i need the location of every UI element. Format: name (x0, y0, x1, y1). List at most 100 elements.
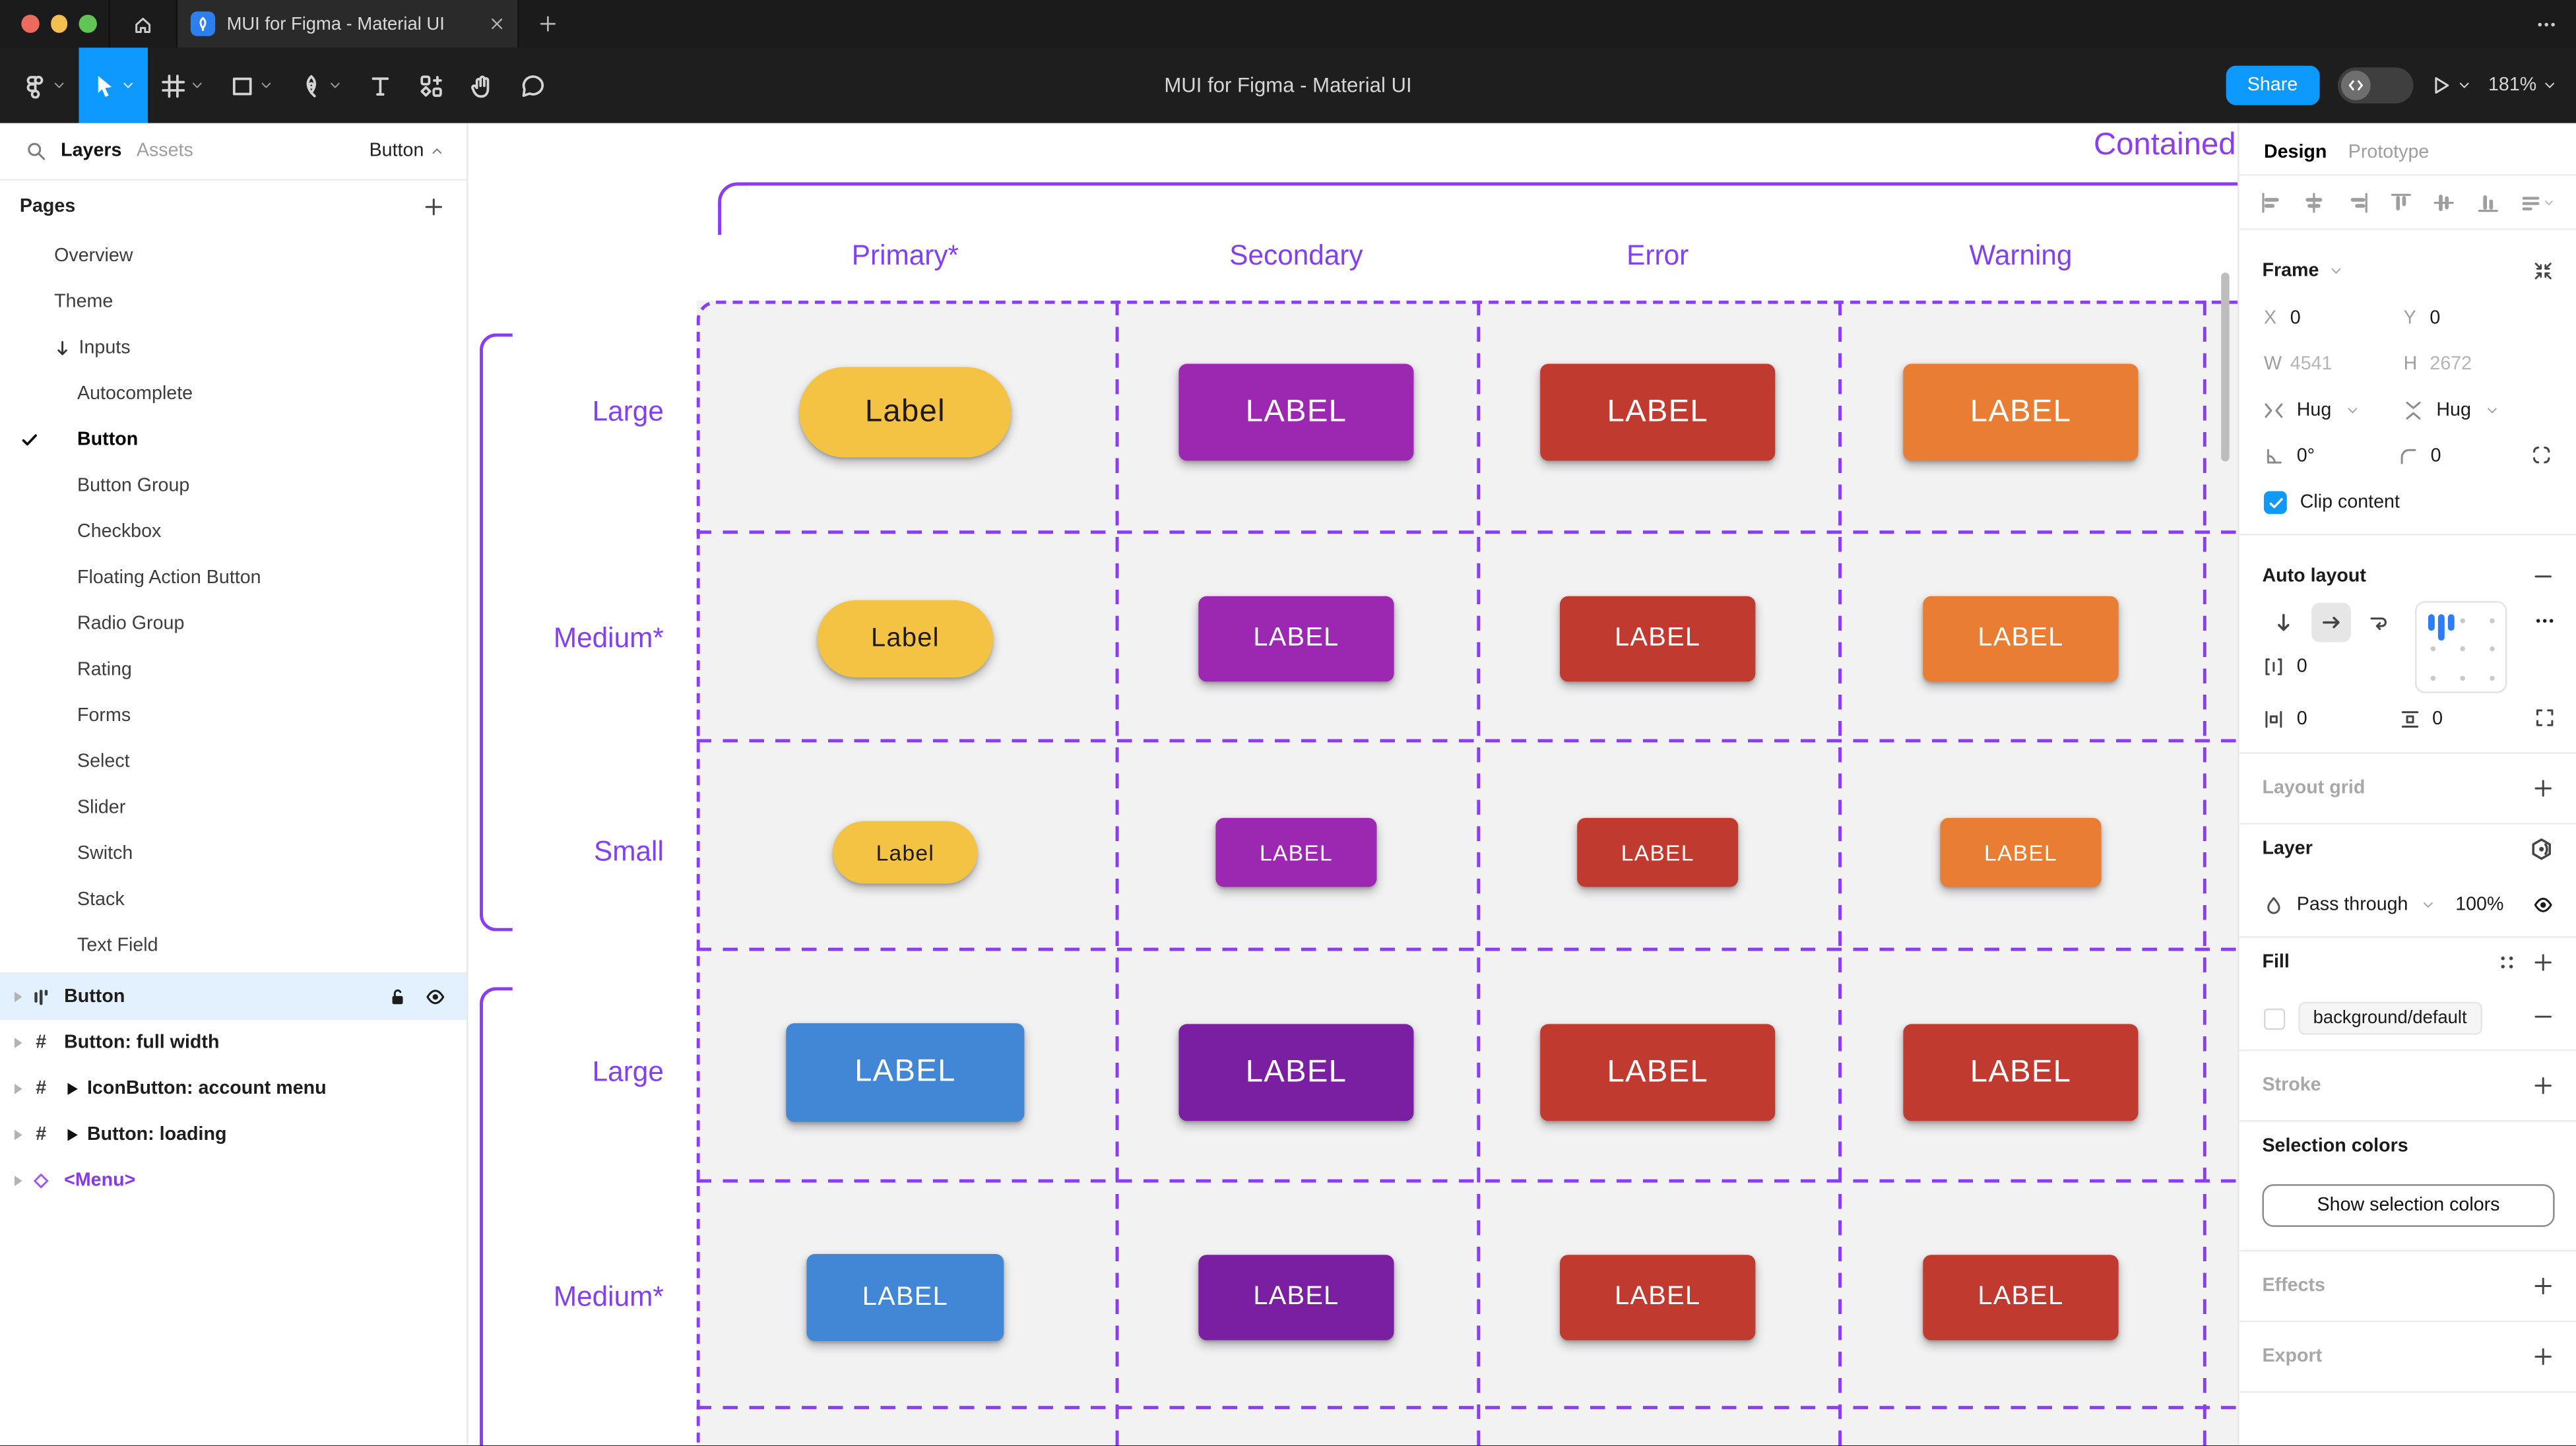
canvas-button-secondary-large-3[interactable]: LABEL (1178, 1024, 1413, 1121)
page-item-autocomplete[interactable]: Autocomplete (0, 371, 467, 418)
layer-item-menu[interactable]: <Menu> (0, 1158, 467, 1204)
align-bottom-icon[interactable] (2477, 191, 2498, 212)
canvas-button-secondary-medium-4[interactable]: LABEL (1198, 1255, 1394, 1340)
page-item-radio-group[interactable]: Radio Group (0, 601, 467, 647)
actions-tool[interactable] (406, 47, 457, 123)
text-tool[interactable] (355, 47, 406, 123)
canvas-button-warning-medium-4[interactable]: LABEL (1923, 1255, 2118, 1340)
blend-mode-value[interactable]: Pass through (2297, 895, 2408, 915)
direction-vertical-button[interactable] (2264, 603, 2303, 643)
page-item-checkbox[interactable]: Checkbox (0, 509, 467, 555)
show-selection-colors-button[interactable]: Show selection colors (2262, 1184, 2554, 1227)
close-window-button[interactable] (21, 15, 39, 32)
clip-content-checkbox[interactable] (2264, 491, 2287, 514)
canvas-button-warning-medium-1[interactable]: LABEL (1923, 596, 2118, 681)
present-button[interactable] (2431, 76, 2470, 96)
page-item-stack[interactable]: Stack (0, 877, 467, 924)
canvas-button-error-medium-4[interactable]: LABEL (1560, 1255, 1755, 1340)
minimize-window-button[interactable] (50, 15, 68, 32)
blend-mode-icon[interactable] (2530, 838, 2553, 861)
y-field[interactable]: Y 0 (2404, 309, 2544, 329)
alignment-grid[interactable] (2415, 601, 2507, 693)
horizontal-padding-field[interactable]: 0 (2264, 710, 2399, 730)
canvas-button-primary-medium-1[interactable]: Label (818, 600, 993, 677)
canvas-button-error-large-0[interactable]: LABEL (1540, 363, 1775, 460)
page-item-floating-action-button[interactable]: Floating Action Button (0, 555, 467, 602)
page-item-switch[interactable]: Switch (0, 831, 467, 877)
height-field[interactable]: H 2672 (2404, 355, 2544, 375)
add-export-icon[interactable] (2533, 1347, 2553, 1367)
canvas-button-secondary-medium-1[interactable]: LABEL (1198, 596, 1394, 681)
canvas-button-primary-medium-4[interactable]: LABEL (806, 1254, 1004, 1341)
pen-tool[interactable] (286, 47, 355, 123)
canvas-button-warning-small-2[interactable]: LABEL (1940, 818, 2101, 887)
align-h-center-icon[interactable] (2304, 191, 2325, 212)
dev-mode-toggle[interactable] (2337, 67, 2413, 104)
collapse-icon[interactable] (2533, 261, 2553, 281)
frame-tool[interactable] (148, 47, 217, 123)
gap-field[interactable]: 0 (2264, 657, 2307, 677)
add-page-icon[interactable] (424, 197, 443, 217)
window-more-button[interactable] (2536, 0, 2556, 47)
auto-layout-more-icon[interactable] (2535, 611, 2555, 631)
search-icon[interactable] (26, 141, 46, 161)
corner-radius-field[interactable]: 0 (2398, 447, 2532, 466)
page-item-select[interactable]: Select (0, 739, 467, 785)
home-button[interactable] (108, 0, 176, 47)
comment-tool[interactable] (507, 47, 558, 123)
tab-design[interactable]: Design (2264, 143, 2327, 163)
align-left-icon[interactable] (2261, 191, 2282, 212)
independent-corners-button[interactable] (2532, 444, 2552, 468)
new-tab-button[interactable] (519, 15, 575, 32)
fullscreen-window-button[interactable] (79, 15, 97, 32)
tab-layers[interactable]: Layers (61, 141, 121, 161)
canvas-button-error-large-3[interactable]: LABEL (1540, 1024, 1775, 1121)
document-tab[interactable]: MUI for Figma - Material UI (176, 0, 519, 47)
visibility-eye-icon[interactable] (2533, 895, 2553, 915)
add-fill-icon[interactable] (2533, 953, 2553, 972)
canvas-button-warning-large-3[interactable]: LABEL (1903, 1024, 2138, 1121)
figma-menu[interactable] (10, 47, 79, 123)
page-item-rating[interactable]: Rating (0, 647, 467, 693)
page-item-inputs[interactable]: Inputs (0, 325, 467, 371)
vertical-sizing[interactable]: Hug (2404, 401, 2544, 421)
fill-row[interactable]: background/default (2239, 987, 2576, 1050)
canvas-button-error-small-2[interactable]: LABEL (1577, 818, 1738, 887)
page-item-overview[interactable]: Overview (0, 234, 467, 280)
page-item-button[interactable]: Button (0, 417, 467, 463)
page-item-forms[interactable]: Forms (0, 693, 467, 739)
add-layout-grid-icon[interactable] (2533, 778, 2553, 798)
horizontal-sizing[interactable]: Hug (2264, 401, 2404, 421)
layer-item-button-loading[interactable]: #Button: loading (0, 1112, 467, 1158)
frame-title[interactable]: Contained (2094, 128, 2236, 164)
remove-auto-layout-icon[interactable] (2533, 567, 2553, 586)
shape-tool[interactable] (217, 47, 286, 123)
close-tab-icon[interactable] (490, 16, 504, 31)
fill-swatch[interactable] (2264, 1007, 2285, 1028)
page-item-button-group[interactable]: Button Group (0, 463, 467, 509)
add-stroke-icon[interactable] (2533, 1076, 2553, 1096)
canvas-button-secondary-small-2[interactable]: LABEL (1215, 818, 1376, 887)
tab-prototype[interactable]: Prototype (2348, 143, 2430, 163)
canvas-button-secondary-large-0[interactable]: LABEL (1178, 363, 1413, 460)
width-field[interactable]: W 4541 (2264, 355, 2404, 375)
fill-style-name[interactable]: background/default (2298, 1002, 2482, 1035)
move-tool[interactable] (79, 47, 148, 123)
canvas-button-warning-large-0[interactable]: LABEL (1903, 363, 2138, 460)
remove-fill-icon[interactable] (2533, 1006, 2553, 1026)
align-v-center-icon[interactable] (2433, 191, 2455, 212)
canvas[interactable]: Contained Primary*SecondaryErrorWarning … (468, 123, 2238, 1445)
align-right-icon[interactable] (2347, 191, 2368, 212)
add-effect-icon[interactable] (2533, 1276, 2553, 1296)
eye-icon[interactable] (426, 987, 445, 1007)
canvas-button-primary-large-0[interactable]: Label (799, 367, 1011, 457)
share-button[interactable]: Share (2226, 66, 2319, 106)
align-top-icon[interactable] (2391, 191, 2412, 212)
page-item-slider[interactable]: Slider (0, 785, 467, 831)
wrap-button[interactable] (2359, 603, 2399, 643)
tab-assets[interactable]: Assets (137, 141, 193, 161)
layer-item-button-full-width[interactable]: #Button: full width (0, 1020, 467, 1066)
styles-grid-icon[interactable] (2497, 953, 2517, 972)
page-item-text-field[interactable]: Text Field (0, 923, 467, 969)
page-item-theme[interactable]: Theme (0, 279, 467, 325)
